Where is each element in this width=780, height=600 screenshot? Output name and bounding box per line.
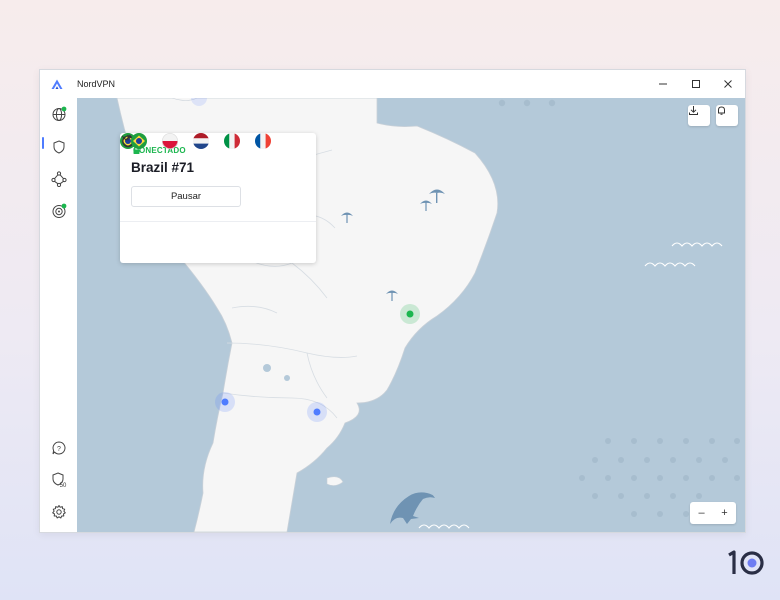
sidebar-item-countries[interactable] — [46, 102, 72, 126]
zoom-in-button[interactable]: + — [713, 502, 736, 524]
world-map[interactable]: – + CONECTADO Brazil #71 Pausar — [77, 98, 745, 532]
active-indicator — [42, 137, 44, 149]
minimize-icon — [659, 83, 667, 85]
help-icon: ? — [52, 441, 66, 455]
nordvpn-logo-icon — [51, 79, 63, 89]
settings-icon — [52, 505, 66, 519]
card-divider — [120, 221, 316, 222]
top10-logo — [728, 550, 764, 575]
poland-flag-icon[interactable] — [162, 133, 178, 149]
maximize-icon — [692, 80, 700, 88]
sidebar-item-help[interactable]: ? — [46, 436, 72, 460]
sidebar-item-meshnet[interactable] — [46, 167, 72, 191]
sidebar-item-settings[interactable] — [46, 500, 72, 524]
chevron-down-icon[interactable] — [120, 133, 132, 143]
notifications-button[interactable] — [716, 105, 738, 126]
sidebar-item-shield-50[interactable]: 50 — [46, 468, 72, 492]
sidebar-item-threat-protection[interactable] — [46, 135, 72, 159]
sidebar-item-dark-web-monitor[interactable] — [46, 199, 72, 223]
italy-flag-icon[interactable] — [224, 133, 240, 149]
server-name: Brazil #71 — [131, 160, 195, 175]
globe-icon — [52, 106, 67, 121]
shield-badge-text: 50 — [60, 483, 67, 489]
shield-50-icon: 50 — [52, 472, 67, 489]
title-bar: NordVPN — [40, 70, 745, 98]
pause-button[interactable]: Pausar — [131, 186, 241, 207]
brazil-flag-icon[interactable] — [131, 133, 147, 149]
minimize-button[interactable] — [651, 74, 675, 94]
france-flag-icon[interactable] — [255, 133, 271, 149]
app-window: NordVPN ? 50 – + CONECTADO Brazil #71 Pa… — [39, 69, 746, 533]
download-icon — [689, 106, 698, 115]
connection-card: CONECTADO Brazil #71 Pausar — [120, 133, 316, 263]
zoom-out-button[interactable]: – — [690, 502, 713, 524]
svg-text:?: ? — [57, 446, 61, 453]
download-button[interactable] — [688, 105, 710, 126]
sidebar: ? 50 — [40, 98, 78, 532]
zoom-control: – + — [690, 502, 736, 524]
meshnet-icon — [51, 171, 67, 187]
bell-icon — [718, 106, 725, 115]
maximize-button[interactable] — [684, 74, 708, 94]
close-icon — [724, 80, 732, 88]
app-title: NordVPN — [77, 79, 116, 89]
close-button[interactable] — [716, 74, 740, 94]
target-icon — [52, 203, 67, 218]
shield-icon — [53, 140, 65, 154]
netherlands-flag-icon[interactable] — [193, 133, 209, 149]
